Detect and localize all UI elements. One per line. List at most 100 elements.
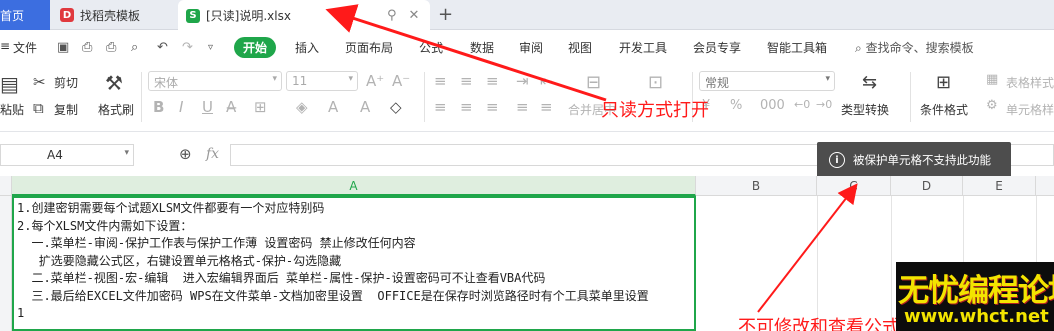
- number-format-select[interactable]: 常规 ▾: [699, 71, 835, 91]
- decrease-font-icon[interactable]: A⁻: [392, 72, 410, 90]
- align-middle-icon[interactable]: ≡: [460, 72, 473, 90]
- chevron-down-icon: ▾: [124, 148, 129, 158]
- tab-document[interactable]: S [只读]说明.xlsx ⚲ ✕: [178, 0, 430, 31]
- close-icon[interactable]: ✕: [409, 8, 420, 23]
- menu-review[interactable]: 审阅: [519, 39, 543, 56]
- paste-icon[interactable]: ▤: [0, 72, 19, 96]
- tab-template[interactable]: D 找稻壳模板: [52, 0, 174, 30]
- menu-formula[interactable]: 公式: [419, 39, 443, 56]
- column-header-e[interactable]: E: [963, 176, 1036, 196]
- italic-icon[interactable]: I: [179, 98, 183, 116]
- increase-font-icon[interactable]: A⁺: [366, 72, 384, 90]
- menu-vip[interactable]: 会员专享: [693, 39, 741, 56]
- watermark-url: www.whct.net: [904, 306, 1049, 327]
- wrap-text-icon[interactable]: ⊡: [648, 72, 663, 93]
- font-name-select[interactable]: 宋体 ▾: [148, 71, 282, 91]
- zoom-search-icon[interactable]: ⊕: [179, 145, 192, 163]
- menu-smart-toolbox[interactable]: 智能工具箱: [767, 39, 827, 56]
- indent-icon[interactable]: ⇥: [516, 72, 529, 90]
- font-color-icon[interactable]: A: [328, 98, 338, 116]
- tab-bar: 首页 D 找稻壳模板 S [只读]说明.xlsx ⚲ ✕ +: [0, 0, 1054, 31]
- format-painter-icon[interactable]: ⚒: [105, 71, 123, 95]
- menu-view[interactable]: 视图: [568, 39, 592, 56]
- conditional-format-icon[interactable]: ⊞: [936, 72, 951, 93]
- watermark-logo: 无忧编程论坛 www.whct.net: [896, 262, 1054, 331]
- merge-center-icon[interactable]: ⊟: [586, 72, 601, 93]
- grid-line: [891, 196, 892, 331]
- menu-insert[interactable]: 插入: [295, 39, 319, 56]
- strikethrough-icon[interactable]: A̶: [226, 98, 236, 116]
- select-all-corner[interactable]: [0, 176, 12, 196]
- align-left-icon[interactable]: ≡: [434, 98, 447, 116]
- font-size-select[interactable]: 11 ▾: [286, 71, 358, 91]
- thousands-icon[interactable]: 000: [760, 98, 785, 113]
- tab-home[interactable]: 首页: [0, 0, 50, 30]
- type-convert-icon[interactable]: ⇆: [862, 72, 877, 93]
- menu-start[interactable]: 开始: [234, 37, 277, 58]
- row-headers[interactable]: [0, 196, 12, 331]
- menu-file[interactable]: 文件: [13, 39, 37, 56]
- cut-icon[interactable]: ✂: [33, 73, 46, 91]
- info-icon: i: [829, 152, 845, 168]
- table-style-button[interactable]: 表格样式: [1006, 74, 1054, 91]
- undo-icon[interactable]: ↶: [157, 40, 168, 55]
- distribute-icon[interactable]: ≡: [540, 98, 553, 116]
- fill-color-icon[interactable]: ◈: [296, 98, 308, 116]
- column-header-next[interactable]: [1036, 176, 1054, 196]
- paste-button[interactable]: 粘贴: [0, 101, 24, 118]
- decrease-decimal-icon[interactable]: →0: [816, 98, 832, 111]
- menu-data[interactable]: 数据: [470, 39, 494, 56]
- type-convert-button[interactable]: 类型转换: [841, 101, 889, 118]
- align-right-icon[interactable]: ≡: [486, 98, 499, 116]
- copy-button[interactable]: 复制: [54, 101, 78, 118]
- fx-icon[interactable]: fx: [206, 146, 219, 162]
- copy-icon[interactable]: ⧉: [33, 99, 44, 117]
- export-pdf-icon[interactable]: ⎙: [82, 40, 92, 55]
- ribbon-separator: [141, 72, 142, 122]
- format-painter-button[interactable]: 格式刷: [98, 101, 134, 118]
- increase-decimal-icon[interactable]: ←0: [794, 98, 810, 111]
- pin-icon[interactable]: ⚲: [387, 8, 397, 23]
- column-header-b[interactable]: B: [696, 176, 817, 196]
- new-tab-plus-icon[interactable]: +: [438, 4, 453, 25]
- spreadsheet-icon: S: [186, 8, 200, 23]
- justify-icon[interactable]: ≡: [516, 98, 529, 116]
- table-style-icon[interactable]: ▦: [986, 72, 998, 87]
- search-icon: ⌕: [855, 41, 862, 55]
- align-center-icon[interactable]: ≡: [460, 98, 473, 116]
- customize-toolbar-icon[interactable]: ▿: [208, 42, 213, 53]
- bold-icon[interactable]: B: [153, 98, 164, 116]
- conditional-format-button[interactable]: 条件格式: [920, 101, 968, 118]
- grid-line: [817, 196, 818, 331]
- save-icon[interactable]: ▣: [57, 40, 69, 55]
- cut-button[interactable]: 剪切: [54, 74, 78, 91]
- align-top-icon[interactable]: ≡: [434, 72, 447, 90]
- cell-style-icon[interactable]: ⚙: [986, 98, 998, 113]
- menu-dev-tools[interactable]: 开发工具: [619, 39, 667, 56]
- menu-page-layout[interactable]: 页面布局: [345, 39, 393, 56]
- font-size-value: 11: [292, 74, 308, 88]
- cell-style-button[interactable]: 单元格样: [1006, 101, 1054, 118]
- column-header-d[interactable]: D: [891, 176, 963, 196]
- readonly-annotation: 只读方式打开: [601, 100, 709, 121]
- hamburger-icon[interactable]: ≡: [0, 39, 10, 53]
- tooltip-text: 被保护单元格不支持此功能: [853, 153, 991, 167]
- outdent-icon[interactable]: ⇤: [540, 72, 553, 90]
- redo-icon[interactable]: ↷: [182, 40, 193, 55]
- name-box[interactable]: A4 ▾: [0, 144, 134, 166]
- border-icon[interactable]: ⊞: [254, 98, 267, 116]
- print-icon[interactable]: ⎙: [106, 40, 116, 55]
- underline-icon[interactable]: U: [202, 98, 213, 116]
- print-preview-icon[interactable]: ⌕: [131, 40, 138, 55]
- docer-logo-icon: D: [60, 8, 74, 22]
- clear-format-icon[interactable]: ◇: [390, 98, 402, 116]
- font-style-icon[interactable]: A: [360, 98, 370, 116]
- column-header-c[interactable]: C: [817, 176, 891, 196]
- ribbon-separator: [910, 72, 911, 122]
- percent-icon[interactable]: %: [730, 98, 742, 113]
- command-search[interactable]: ⌕ 查找命令、搜索模板: [855, 39, 974, 56]
- align-bottom-icon[interactable]: ≡: [486, 72, 499, 90]
- menu-bar: ≡ 文件 ▣ ⎙ ⎙ ⌕ ↶ ↷ ▿ 开始 插入 页面布局 公式 数据 审阅 视…: [0, 30, 1054, 64]
- column-header-a[interactable]: A: [12, 176, 696, 196]
- cell-a-selected[interactable]: 1.创建密钥需要每个试题XLSM文件都要有一个对应特别码 2.每个XLSM文件内…: [12, 196, 696, 331]
